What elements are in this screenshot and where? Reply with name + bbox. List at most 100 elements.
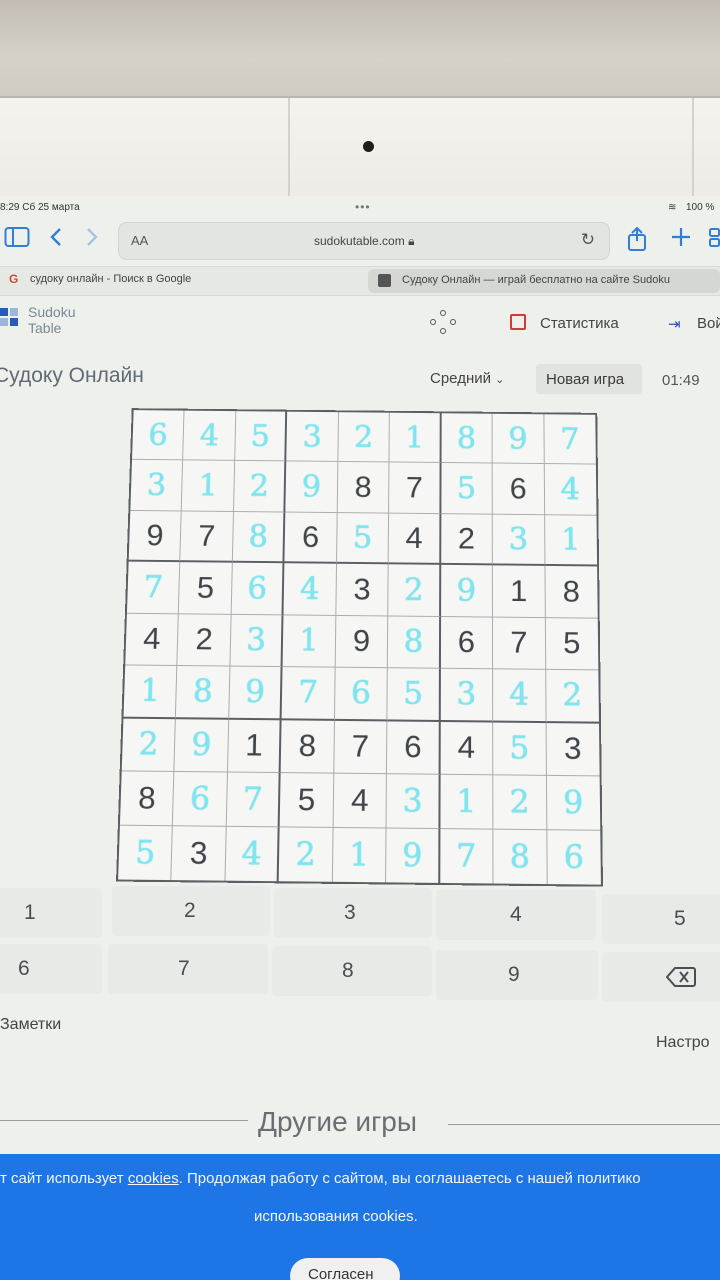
sudoku-cell-r4c1[interactable]: 7	[127, 562, 181, 614]
sudoku-cell-r6c8[interactable]: 4	[493, 670, 546, 723]
sudoku-cell-r2c1[interactable]: 3	[130, 460, 183, 511]
sudoku-cell-r8c2[interactable]: 6	[173, 772, 228, 826]
sudoku-cell-r3c9[interactable]: 1	[545, 515, 597, 567]
numpad-key-5[interactable]: 5	[602, 894, 720, 944]
numpad-key-7[interactable]: 7	[108, 944, 268, 994]
sudoku-cell-r8c5[interactable]: 4	[333, 774, 387, 828]
games-menu-icon[interactable]	[430, 310, 456, 336]
address-bar[interactable]: AA sudokutable.com 🔒︎ ↻	[118, 222, 610, 260]
numpad-key-2[interactable]: 2	[112, 886, 270, 936]
sudoku-cell-r8c3[interactable]: 7	[227, 773, 281, 827]
sudoku-cell-r4c5[interactable]: 3	[336, 564, 389, 616]
sudoku-cell-r5c1[interactable]: 4	[125, 614, 179, 667]
sudoku-cell-r4c9[interactable]: 8	[545, 566, 598, 618]
sudoku-cell-r5c2[interactable]: 2	[178, 614, 232, 667]
sudoku-cell-r9c5[interactable]: 1	[333, 827, 387, 882]
tab-sudoku-active[interactable]: Судоку Онлайн — играй бесплатно на сайте…	[368, 269, 720, 293]
statistics-icon[interactable]	[510, 314, 526, 330]
sudoku-cell-r1c7[interactable]: 8	[441, 413, 493, 464]
notes-toggle[interactable]: Заметки	[0, 1016, 61, 1034]
sudoku-cell-r3c2[interactable]: 7	[181, 511, 234, 563]
site-logo-icon[interactable]	[0, 308, 20, 332]
sudoku-cell-r2c8[interactable]: 6	[493, 464, 545, 515]
sudoku-cell-r9c3[interactable]: 4	[225, 826, 280, 881]
chevron-left-icon[interactable]	[48, 226, 64, 252]
sudoku-cell-r8c6[interactable]: 3	[387, 774, 441, 828]
plus-icon[interactable]	[670, 226, 692, 252]
sudoku-cell-r8c9[interactable]: 9	[546, 776, 600, 830]
cookies-link[interactable]: cookies	[128, 1170, 179, 1187]
sudoku-cell-r1c2[interactable]: 4	[184, 411, 237, 462]
sudoku-cell-r7c2[interactable]: 9	[175, 719, 229, 773]
sudoku-cell-r5c7[interactable]: 6	[441, 617, 494, 670]
sudoku-cell-r2c2[interactable]: 1	[182, 461, 235, 512]
sudoku-cell-r5c4[interactable]: 1	[283, 615, 336, 668]
sudoku-cell-r9c2[interactable]: 3	[172, 826, 227, 881]
new-game-button[interactable]: Новая игра	[536, 364, 642, 394]
sudoku-cell-r5c5[interactable]: 9	[335, 616, 388, 669]
sudoku-cell-r4c3[interactable]: 6	[231, 563, 284, 615]
sudoku-cell-r3c1[interactable]: 9	[129, 511, 182, 563]
sudoku-cell-r3c7[interactable]: 2	[441, 514, 493, 566]
sudoku-cell-r1c5[interactable]: 2	[338, 412, 390, 463]
sudoku-cell-r8c7[interactable]: 1	[440, 775, 493, 829]
numpad-key-9[interactable]: 9	[436, 950, 598, 1000]
sudoku-cell-r9c8[interactable]: 8	[493, 829, 547, 884]
sudoku-cell-r2c5[interactable]: 8	[337, 462, 389, 513]
multitasking-dots-icon[interactable]: •••	[355, 200, 371, 214]
sudoku-cell-r8c4[interactable]: 5	[280, 773, 334, 827]
numpad-key-1[interactable]: 1	[0, 888, 102, 938]
sudoku-cell-r1c9[interactable]: 7	[544, 414, 596, 465]
sudoku-cell-r7c1[interactable]: 2	[122, 718, 177, 772]
chevron-right-icon[interactable]	[84, 226, 100, 252]
sudoku-cell-r9c7[interactable]: 7	[440, 829, 494, 884]
tabs-icon[interactable]	[708, 226, 720, 252]
sudoku-cell-r7c5[interactable]: 7	[334, 721, 388, 775]
sudoku-cell-r3c8[interactable]: 3	[493, 515, 545, 567]
sudoku-cell-r8c1[interactable]: 8	[120, 772, 175, 826]
sudoku-cell-r6c1[interactable]: 1	[123, 666, 177, 719]
numpad-key-8[interactable]: 8	[272, 946, 432, 996]
sudoku-cell-r3c6[interactable]: 4	[389, 513, 441, 565]
sudoku-cell-r6c9[interactable]: 2	[546, 670, 599, 723]
reload-icon[interactable]: ↻	[581, 230, 595, 250]
sudoku-cell-r5c3[interactable]: 3	[230, 615, 284, 668]
sudoku-cell-r2c9[interactable]: 4	[544, 464, 596, 515]
sudoku-cell-r3c5[interactable]: 5	[337, 513, 389, 565]
login-icon[interactable]: ⇥	[668, 315, 681, 333]
sudoku-cell-r1c3[interactable]: 5	[235, 411, 287, 462]
sudoku-cell-r5c6[interactable]: 8	[388, 616, 441, 669]
sudoku-cell-r7c8[interactable]: 5	[493, 722, 546, 776]
sudoku-cell-r6c3[interactable]: 9	[229, 667, 283, 720]
sudoku-cell-r2c6[interactable]: 7	[389, 463, 441, 514]
sudoku-cell-r2c4[interactable]: 9	[286, 462, 338, 513]
site-logo-text[interactable]: Sudoku Table	[28, 304, 75, 336]
sudoku-cell-r6c6[interactable]: 5	[388, 668, 441, 721]
sudoku-cell-r7c3[interactable]: 1	[228, 719, 282, 773]
reader-button[interactable]: AA	[131, 233, 148, 248]
sudoku-cell-r9c9[interactable]: 6	[547, 830, 601, 885]
sudoku-cell-r4c8[interactable]: 1	[493, 566, 545, 618]
sudoku-cell-r5c8[interactable]: 7	[493, 617, 546, 670]
sidebar-icon[interactable]	[4, 226, 30, 252]
backspace-key[interactable]	[602, 952, 720, 1002]
numpad-key-4[interactable]: 4	[436, 890, 596, 940]
statistics-link[interactable]: Статистика	[540, 315, 619, 332]
sudoku-cell-r6c7[interactable]: 3	[440, 669, 493, 722]
sudoku-cell-r4c4[interactable]: 4	[284, 564, 337, 616]
sudoku-cell-r4c2[interactable]: 5	[179, 562, 232, 614]
numpad-key-3[interactable]: 3	[274, 888, 432, 938]
tab-google-search[interactable]: G судоку онлайн - Поиск в Google	[0, 267, 364, 295]
accept-cookies-button[interactable]: Согласен	[290, 1258, 400, 1280]
sudoku-cell-r1c8[interactable]: 9	[493, 414, 545, 465]
sudoku-cell-r6c4[interactable]: 7	[282, 667, 336, 720]
difficulty-select[interactable]: Средний ⌄	[430, 370, 504, 387]
sudoku-cell-r9c6[interactable]: 9	[386, 828, 440, 883]
numpad-key-6[interactable]: 6	[0, 944, 102, 994]
sudoku-cell-r5c9[interactable]: 5	[545, 618, 598, 671]
sudoku-cell-r9c1[interactable]: 5	[118, 825, 173, 880]
sudoku-cell-r8c8[interactable]: 2	[493, 775, 546, 829]
sudoku-cell-r1c6[interactable]: 1	[390, 413, 442, 464]
sudoku-cell-r7c9[interactable]: 3	[546, 723, 599, 777]
sudoku-cell-r7c6[interactable]: 6	[387, 721, 440, 775]
